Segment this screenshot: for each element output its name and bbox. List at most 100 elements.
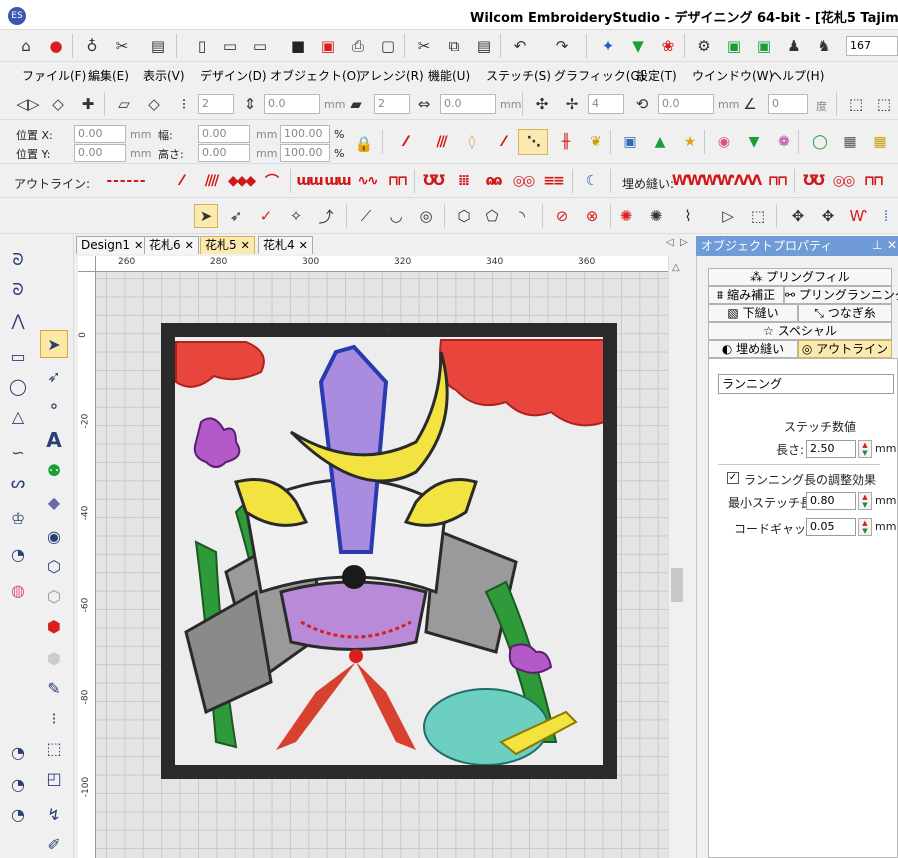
tab-outline[interactable]: ◎ アウトライン	[798, 340, 892, 358]
fill-zigzag-4-icon[interactable]: Ⱳ	[846, 204, 870, 228]
rotate-icon[interactable]: ⟲	[630, 92, 654, 116]
outline-dashed-icon[interactable]: - - - - - -	[80, 168, 170, 194]
redo-icon[interactable]: ↷	[550, 34, 574, 58]
outline-zigzag-icon[interactable]: ⁄⁄	[166, 168, 196, 194]
close-panel-icon[interactable]: ✕	[887, 238, 897, 252]
hexagon-red-icon[interactable]: ⬢	[40, 612, 68, 640]
stitch-style-active-icon[interactable]: ⋱	[518, 129, 548, 155]
menu-settings[interactable]: 設定(T)	[636, 67, 677, 84]
outline-hatch-icon[interactable]: ⁞⁞⁞	[448, 168, 478, 194]
digitize-open-icon[interactable]: ᘐ	[4, 246, 32, 274]
circle-tool-icon[interactable]: ◔	[4, 738, 32, 766]
needle-icon[interactable]: ✎	[40, 674, 68, 702]
adjust-checkbox[interactable]: ✓	[727, 472, 739, 484]
menu-graphic[interactable]: グラフィック(G)	[554, 67, 644, 84]
menu-window[interactable]: ウインドウ(W)	[692, 67, 773, 84]
tab-shrink-compensation[interactable]: ⩩ 縮み補正	[708, 286, 784, 304]
menu-function[interactable]: 機能(U)	[428, 67, 470, 84]
width-input[interactable]: 0.00	[198, 125, 250, 143]
figure-icon[interactable]: ♟	[782, 34, 806, 58]
thread-icon[interactable]: ✦	[596, 34, 620, 58]
spacing-icon[interactable]: ⁝	[172, 92, 196, 116]
circle-tool-2-icon[interactable]: ◔	[4, 770, 32, 798]
tab-underlay[interactable]: ▧ 下縫い	[708, 304, 798, 322]
home-icon[interactable]: ⌂	[14, 34, 38, 58]
length-input[interactable]: 2.50	[806, 440, 856, 458]
gap-icon[interactable]: ⇔	[412, 92, 436, 116]
paste-icon[interactable]: ▤	[472, 34, 496, 58]
radial-icon[interactable]: ✺	[614, 204, 638, 228]
outline-bars-icon[interactable]: ≡≡	[538, 168, 568, 194]
scissor-shape-icon[interactable]: ⊘	[550, 204, 574, 228]
array-icon[interactable]: ✣	[530, 92, 554, 116]
crown-icon[interactable]: ♔	[4, 504, 32, 532]
digitize-node-icon[interactable]: ⋀	[4, 306, 32, 334]
open-recent-icon[interactable]: ▭	[248, 34, 272, 58]
fill-block-icon[interactable]: ⊓⊓	[762, 168, 792, 194]
lock-proportion-icon[interactable]: 🔒	[352, 132, 376, 156]
select-node-icon[interactable]: ➶	[224, 204, 248, 228]
pattern-fill-icon[interactable]: ◍	[4, 576, 32, 604]
spin-1[interactable]: 2	[198, 94, 234, 114]
pen-icon[interactable]: ✐	[40, 830, 68, 858]
pos-y-input[interactable]: 0.00	[74, 144, 126, 162]
stitch-player-icon[interactable]: ⚙	[692, 34, 716, 58]
fill-zigzag-3-icon[interactable]: ΛΛΛ	[732, 168, 763, 194]
grid-icon[interactable]: ▦	[834, 129, 864, 155]
green-box-2-icon[interactable]: ▣	[752, 34, 776, 58]
stitch-style-2-icon[interactable]: ///	[426, 129, 456, 155]
wilcom-logo-icon[interactable]: ●	[44, 34, 68, 58]
select-line-icon[interactable]: ⤴	[314, 204, 338, 228]
hexagon-gray-icon[interactable]: ⬢	[40, 644, 68, 672]
close-icon[interactable]: ✕	[185, 239, 194, 252]
close-icon[interactable]: ✕	[299, 239, 308, 252]
transform-icon[interactable]: ◇	[142, 92, 166, 116]
freehand-icon[interactable]: ∽	[4, 438, 32, 466]
height-input[interactable]: 0.00	[198, 144, 250, 162]
menu-object[interactable]: オブジェクト(O)	[270, 67, 361, 84]
scroll-thumb[interactable]	[671, 568, 683, 602]
knife-icon[interactable]: ⟋	[354, 204, 378, 228]
bow-icon[interactable]: ◉	[708, 129, 738, 155]
design-canvas[interactable]: +	[96, 272, 668, 858]
outline-loop-icon[interactable]: ɷɷ	[478, 168, 508, 194]
tab-design1[interactable]: Design1 ✕	[76, 236, 149, 254]
select-arrow-icon[interactable]: ➤	[194, 204, 218, 228]
menu-stitch[interactable]: ステッチ(S)	[486, 67, 551, 84]
stitch-style-3-icon[interactable]: ⁄⁄	[488, 129, 518, 155]
hexagon-icon[interactable]: ⬡	[40, 552, 68, 580]
stitch-edit-icon[interactable]: ⚬	[40, 392, 68, 420]
tools-icon[interactable]: ✂	[110, 34, 134, 58]
menu-arrange[interactable]: アレンジ(R)	[358, 67, 424, 84]
outline-diamond-icon[interactable]: ◆◆◆	[226, 168, 256, 194]
spool-icon[interactable]: ⦙	[874, 204, 898, 228]
ellipse-tool-icon[interactable]: ◎	[414, 204, 438, 228]
circle-target-icon[interactable]: ◉	[40, 522, 68, 550]
fish-icon[interactable]: ❦	[580, 129, 610, 155]
shirt-icon[interactable]: ▼	[738, 129, 768, 155]
digitize-closed-icon[interactable]: ᘐ	[4, 276, 32, 304]
min-stitch-spinner[interactable]: ▲ ▼	[858, 492, 872, 510]
chord-gap-input[interactable]: 0.05	[806, 518, 856, 536]
spin-4[interactable]: 0.0	[440, 94, 496, 114]
folders-icon[interactable]: ▤	[146, 34, 170, 58]
spin-6[interactable]: 0.0	[658, 94, 714, 114]
reshape-tool-icon[interactable]: ➶	[40, 362, 68, 390]
spin-5[interactable]: 4	[588, 94, 624, 114]
min-stitch-input[interactable]: 0.80	[806, 492, 856, 510]
new-file-icon[interactable]: ▯	[190, 34, 214, 58]
node-edit-2-icon[interactable]: ⬠	[480, 204, 504, 228]
print-preview-icon[interactable]: ▢	[376, 34, 400, 58]
tab-special[interactable]: ☆ スペシャル	[708, 322, 892, 340]
ellipse-icon[interactable]: ◯	[4, 372, 32, 400]
outline-block-icon[interactable]: ⊓⊓	[382, 168, 412, 194]
mirror-v-icon[interactable]: ◇	[46, 92, 70, 116]
cut-icon[interactable]: ✂	[412, 34, 436, 58]
tab-connector[interactable]: ⤡ つなぎ糸	[798, 304, 892, 322]
vertical-scrollbar[interactable]	[668, 256, 686, 858]
radial-2-icon[interactable]: ✺	[644, 204, 668, 228]
app-icon[interactable]: ES	[8, 7, 26, 25]
spin-3[interactable]: 2	[374, 94, 410, 114]
outline-fence-icon[interactable]: ƱƱ	[418, 168, 448, 194]
star-icon[interactable]: ★	[674, 129, 704, 155]
